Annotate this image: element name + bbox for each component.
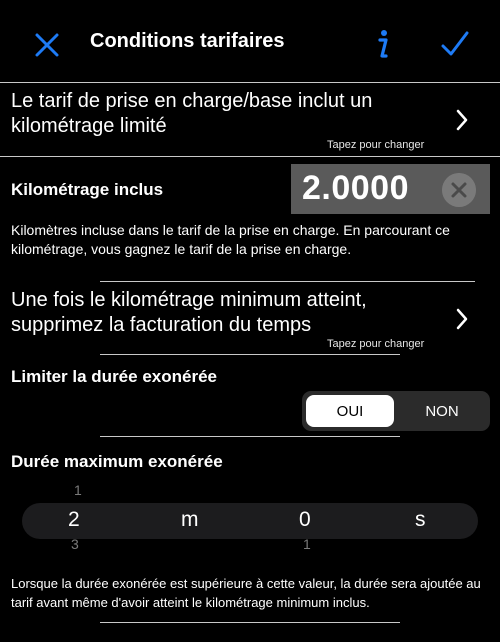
divider [100,354,400,355]
picker-minutes-below: 3 [71,536,79,552]
clear-icon[interactable] [442,173,476,207]
divider [100,436,400,437]
included-km-label: Kilométrage inclus [11,180,164,199]
picker-seconds-value[interactable]: 0 [299,508,311,532]
limit-exempt-label: Limiter la durée exonérée [11,367,217,386]
duration-picker[interactable] [22,503,478,539]
page-title: Conditions tarifaires [90,30,285,52]
chevron-right-icon[interactable] [454,307,470,331]
tap-to-change-hint: Tapez pour changer [327,338,425,350]
divider [100,622,400,623]
base-mileage-label: Le tarif de prise en charge/base inclut … [11,90,373,137]
remove-time-billing-label: Une fois le kilométrage minimum atteint,… [11,289,367,336]
close-icon[interactable] [30,28,64,62]
picker-seconds-unit: s [415,508,426,531]
chevron-right-icon[interactable] [454,108,470,132]
oui-segment[interactable]: OUI [306,395,394,427]
info-icon[interactable] [370,26,394,62]
non-segment[interactable]: NON [398,395,486,427]
picker-minutes-above: 1 [74,482,82,498]
checkmark-icon[interactable] [438,28,472,62]
picker-minutes-value[interactable]: 2 [68,508,80,532]
tap-to-change-hint: Tapez pour changer [327,139,425,151]
divider [0,156,500,157]
max-exempt-label: Durée maximum exonérée [11,452,223,471]
picker-minutes-unit: m [181,508,199,531]
max-exempt-description: Lorsque la durée exonérée est supérieure… [11,576,481,610]
included-km-description: Kilomètres incluse dans le tarif de la p… [11,222,450,257]
divider [100,281,475,282]
picker-seconds-below: 1 [303,536,311,552]
included-km-value[interactable]: 2.0000 [302,169,409,208]
